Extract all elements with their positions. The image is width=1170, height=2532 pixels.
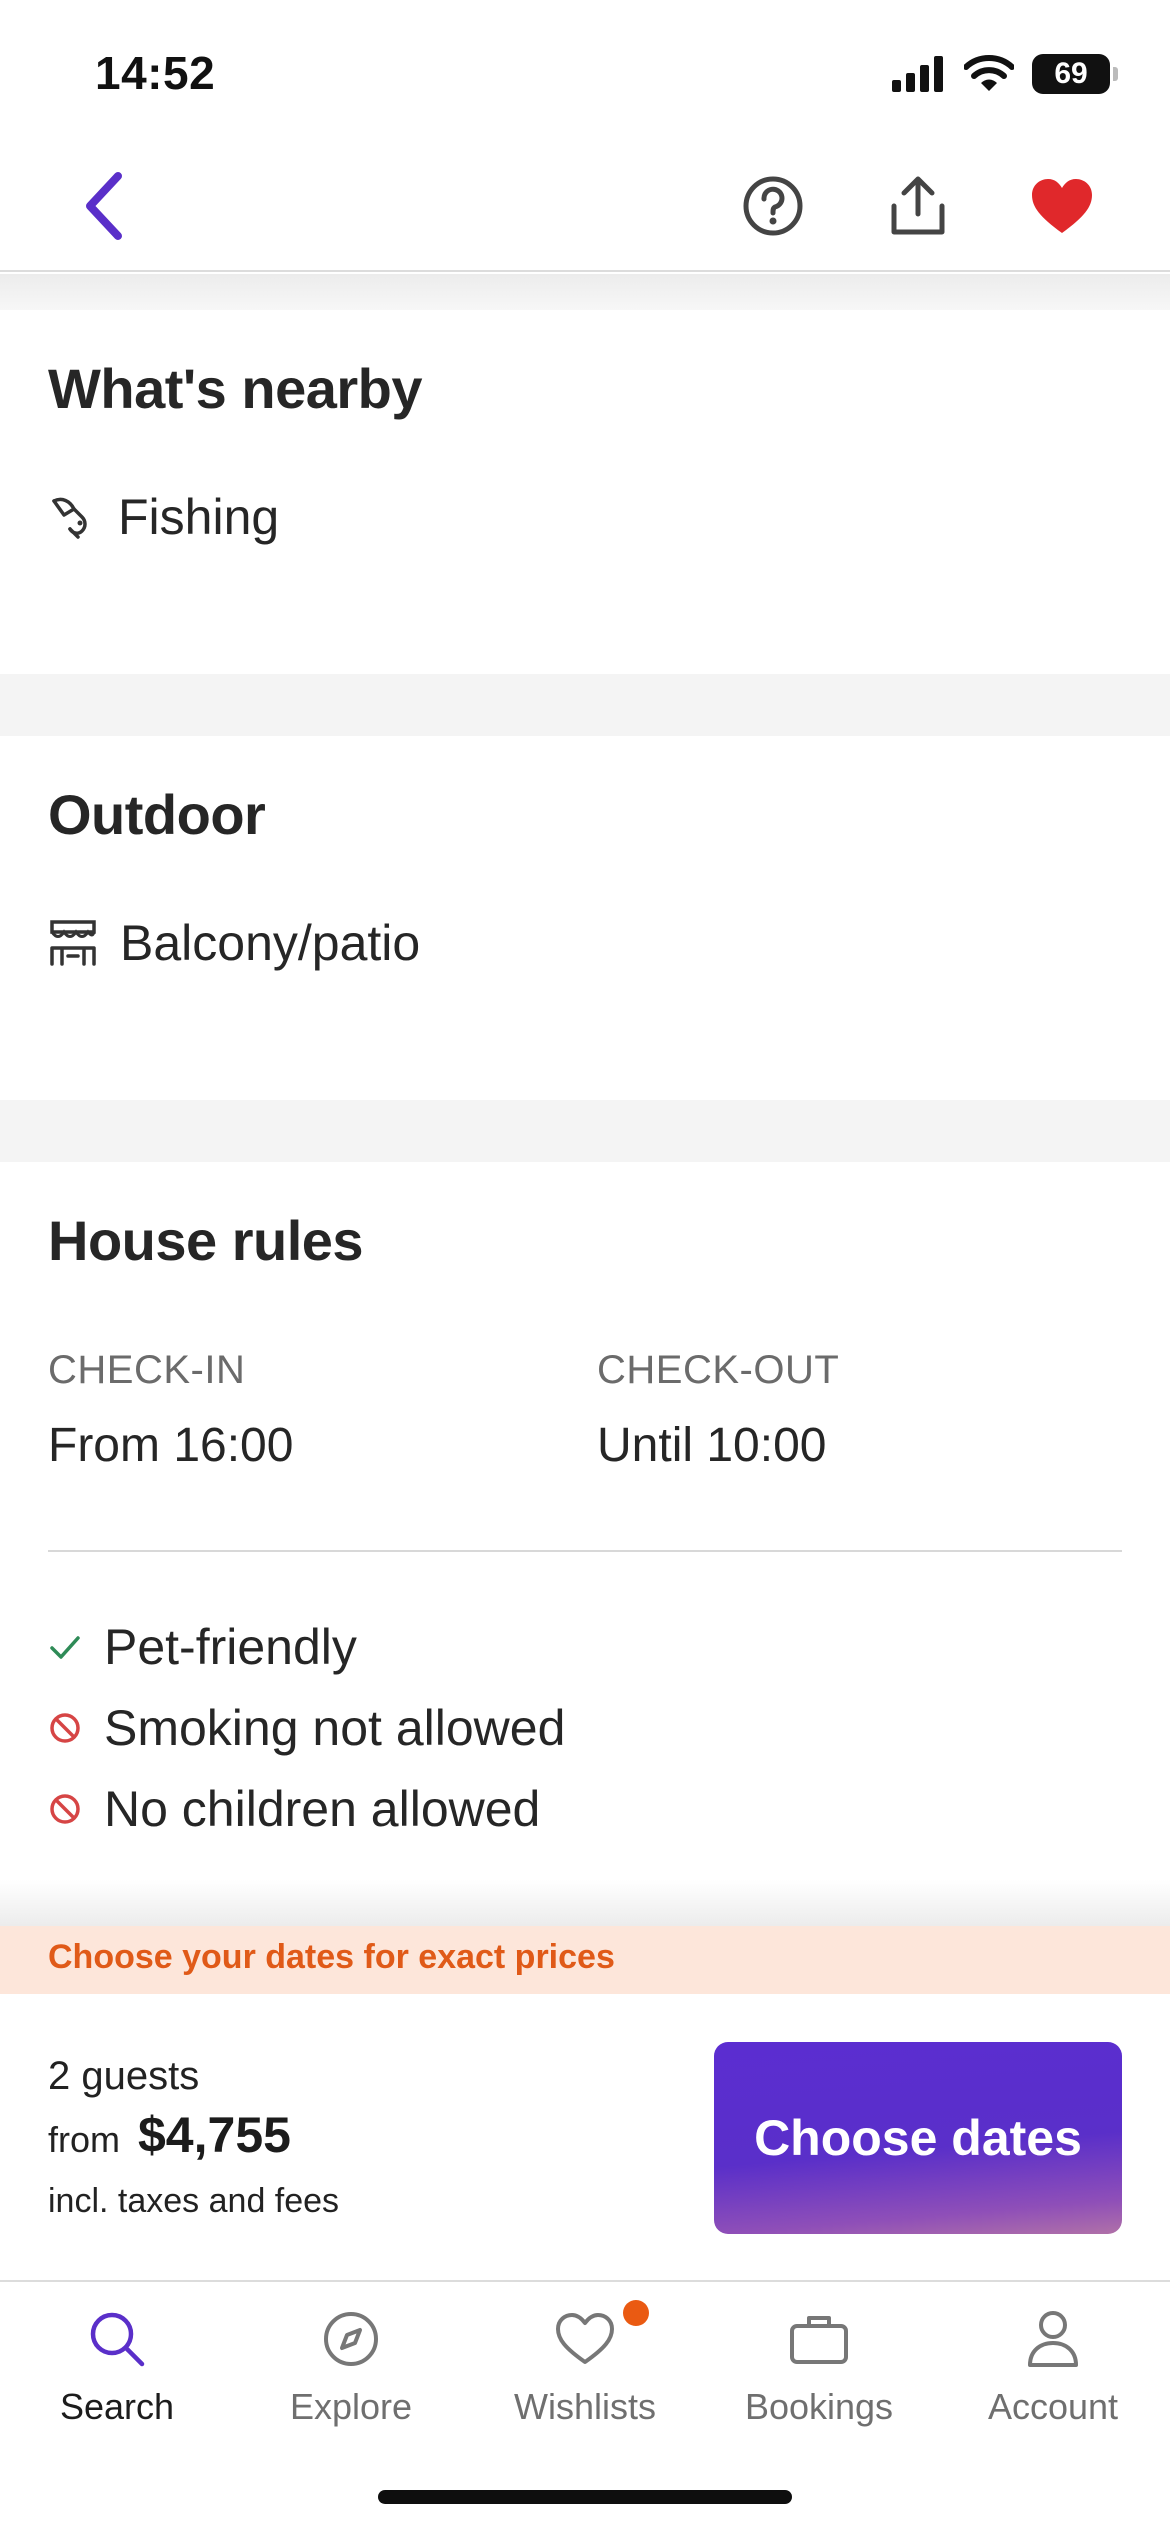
feature-label: Fishing: [118, 489, 280, 545]
tab-label: Bookings: [744, 2386, 894, 2427]
tab-explore[interactable]: Explore: [234, 2302, 468, 2442]
tab-search[interactable]: Search: [0, 2302, 234, 2442]
rule-label: Pet-friendly: [104, 1619, 357, 1675]
tab-account[interactable]: Account: [936, 2302, 1170, 2442]
nearby-title: What's nearby: [48, 357, 423, 420]
status-time: 14:52: [95, 47, 216, 99]
rule-label: Smoking not allowed: [104, 1700, 566, 1756]
nav-shadow: [0, 274, 1170, 310]
tab-label: Search: [59, 2386, 175, 2427]
heart-icon: [1032, 179, 1092, 233]
person-icon: [1028, 2311, 1078, 2367]
heart-outline-icon: [556, 2313, 614, 2364]
checkin-label: CHECK-IN: [48, 1348, 246, 1392]
favorite-button[interactable]: [1024, 168, 1100, 244]
feature-item-balcony: Balcony/patio: [48, 914, 420, 972]
tab-bookings[interactable]: Bookings: [702, 2302, 936, 2442]
share-button[interactable]: [880, 168, 956, 244]
briefcase-icon: [790, 2316, 848, 2364]
checkout-value: Until 10:00: [597, 1419, 827, 1472]
choose-dates-button[interactable]: Choose dates: [714, 2042, 1122, 2234]
checkin-value: From 16:00: [48, 1419, 294, 1472]
balcony-icon: [50, 920, 96, 966]
price-row: from $4,755: [48, 2106, 291, 2164]
help-button[interactable]: [735, 168, 811, 244]
tab-label: Wishlists: [514, 2386, 656, 2427]
from-label: from: [48, 2119, 120, 2160]
search-icon: [90, 2312, 145, 2367]
rule-item-children: No children allowed: [48, 1780, 540, 1838]
rules-divider: [48, 1550, 1122, 1552]
share-icon: [891, 176, 945, 235]
status-icons: 69: [892, 52, 1118, 96]
price-banner-text: Choose your dates for exact prices: [48, 1938, 615, 1976]
wifi-icon: [964, 55, 1014, 91]
back-button[interactable]: [66, 168, 142, 244]
guests-count[interactable]: 2 guests: [48, 2054, 199, 2099]
wishlist-badge: [623, 2300, 649, 2326]
signal-icon: [892, 56, 943, 92]
fishing-icon: [52, 497, 87, 539]
rule-item-pets: Pet-friendly: [48, 1618, 357, 1676]
section-gap: [0, 1100, 1170, 1162]
price-banner: Choose your dates for exact prices: [0, 1926, 1170, 1994]
prohibited-icon: [50, 1713, 80, 1743]
feature-item-fishing: Fishing: [48, 488, 279, 546]
tab-wishlists[interactable]: Wishlists: [468, 2300, 702, 2442]
taxes-note: incl. taxes and fees: [48, 2182, 340, 2220]
compass-icon: [324, 2312, 378, 2366]
prohibited-icon: [50, 1794, 80, 1824]
status-bar: 14:52 69: [0, 0, 1170, 140]
checkout-label: CHECK-OUT: [597, 1348, 840, 1392]
section-gap: [0, 674, 1170, 736]
feature-label: Balcony/patio: [120, 915, 421, 971]
tab-label: Account: [987, 2386, 1119, 2427]
nearby-section: What's nearby Fishing: [0, 310, 1170, 674]
back-chevron-icon: [86, 172, 122, 240]
top-nav-bar: [0, 140, 1170, 272]
booking-shadow: [0, 1880, 1170, 1926]
help-icon: [743, 176, 803, 236]
home-indicator: [378, 2490, 792, 2504]
check-icon: [50, 1636, 80, 1659]
outdoor-title: Outdoor: [48, 783, 266, 846]
booking-bar: 2 guests from $4,755 incl. taxes and fee…: [0, 1994, 1170, 2280]
tab-label: Explore: [289, 2386, 413, 2427]
battery-indicator: 69: [1032, 54, 1118, 94]
house-rules-section: House rules CHECK-IN From 16:00 CHECK-OU…: [0, 1162, 1170, 1880]
price-value: $4,755: [138, 2107, 291, 2163]
rule-label: No children allowed: [104, 1781, 541, 1837]
house-rules-title: House rules: [48, 1209, 364, 1272]
outdoor-section: Outdoor Balcony/patio: [0, 736, 1170, 1100]
rule-item-smoking: Smoking not allowed: [48, 1699, 565, 1757]
